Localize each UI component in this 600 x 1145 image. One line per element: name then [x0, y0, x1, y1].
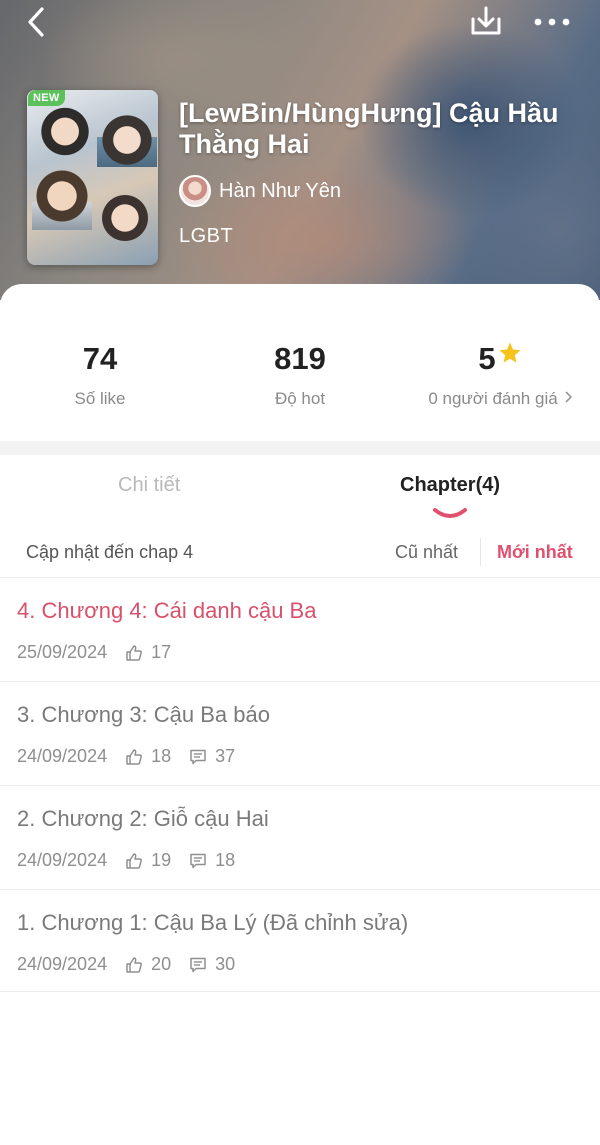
tab-detail[interactable]: Chi tiết — [118, 474, 180, 497]
comment-icon — [189, 852, 207, 870]
divider — [0, 991, 600, 992]
sort-newest-button[interactable]: Mới nhất — [497, 542, 573, 563]
star-icon — [499, 342, 521, 363]
chapter-like-count: 17 — [151, 642, 172, 662]
update-status: Cập nhật đến chap 4 — [26, 542, 194, 562]
likes-value: 74 — [82, 341, 118, 376]
chapter-date: 25/09/2024 — [17, 642, 108, 662]
author-avatar — [179, 175, 211, 207]
active-tab-indicator — [433, 508, 467, 518]
stat-likes: 74 Số like — [0, 339, 200, 409]
sort-oldest-button[interactable]: Cũ nhất — [395, 542, 458, 563]
chapter-item[interactable]: 4. Chương 4: Cái danh cậu Ba 25/09/2024 … — [0, 578, 600, 682]
thumb-up-icon — [125, 956, 143, 974]
stat-hot: 819 Độ hot — [200, 339, 400, 409]
chapter-like-count: 18 — [151, 746, 172, 766]
hot-label: Độ hot — [274, 389, 326, 408]
comment-icon — [189, 956, 207, 974]
chapter-comment-count: 30 — [215, 954, 236, 974]
chapter-title: 4. Chương 4: Cái danh cậu Ba — [17, 598, 317, 623]
chapter-date: 24/09/2024 — [17, 850, 108, 870]
likes-label: Số like — [74, 389, 126, 408]
more-dots-icon — [534, 18, 570, 26]
genre-tag[interactable]: LGBT — [179, 225, 233, 248]
chapter-like-count: 20 — [151, 954, 172, 974]
chapter-comment-count: 18 — [215, 850, 236, 870]
thumb-up-icon — [125, 644, 143, 662]
stat-rating[interactable]: 5 0 người đánh giá — [400, 339, 600, 409]
story-cover-image[interactable] — [27, 90, 158, 265]
author-name: Hàn Như Yên — [219, 179, 341, 202]
story-header-background: NEW [LewBin/HùngHưng] Cậu Hầu Thằng Hai … — [0, 0, 600, 300]
rating-count-label: 0 người đánh giá — [428, 389, 558, 408]
stats-row: 74 Số like 819 Độ hot 5 0 người đánh giá — [0, 339, 600, 419]
chapter-item[interactable]: 1. Chương 1: Cậu Ba Lý (Đã chỉnh sửa) 24… — [0, 890, 600, 994]
chapter-item[interactable]: 2. Chương 2: Giỗ cậu Hai 24/09/2024 19 1… — [0, 786, 600, 890]
section-divider — [0, 441, 600, 455]
rating-value: 5 — [478, 341, 496, 376]
more-options-button[interactable] — [530, 0, 574, 44]
comment-icon — [189, 748, 207, 766]
hot-value: 819 — [274, 341, 326, 376]
back-button[interactable] — [14, 0, 58, 44]
chapter-item[interactable]: 3. Chương 3: Cậu Ba báo 24/09/2024 18 37 — [0, 682, 600, 786]
chevron-right-icon — [565, 391, 572, 403]
story-content-panel: 74 Số like 819 Độ hot 5 0 người đánh giá… — [0, 284, 600, 1145]
thumb-up-icon — [125, 748, 143, 766]
chapter-title: 1. Chương 1: Cậu Ba Lý (Đã chỉnh sửa) — [17, 910, 409, 935]
chevron-left-icon — [28, 7, 44, 37]
tab-chapters[interactable]: Chapter(4) — [400, 474, 500, 497]
chapter-title: 3. Chương 3: Cậu Ba báo — [17, 702, 270, 727]
download-button[interactable] — [464, 0, 508, 44]
thumb-up-icon — [125, 852, 143, 870]
sort-separator — [480, 538, 481, 566]
chapter-date: 24/09/2024 — [17, 954, 108, 974]
sort-row: Cập nhật đến chap 4 Cũ nhất Mới nhất — [0, 538, 600, 578]
story-title: [LewBin/HùngHưng] Cậu Hầu Thằng Hai — [179, 98, 559, 159]
download-icon — [471, 6, 501, 35]
chapter-title: 2. Chương 2: Giỗ cậu Hai — [17, 806, 269, 831]
chapter-like-count: 19 — [151, 850, 172, 870]
new-badge: NEW — [28, 90, 65, 106]
chapter-comment-count: 37 — [215, 746, 236, 766]
chapter-date: 24/09/2024 — [17, 746, 108, 766]
author-link[interactable]: Hàn Như Yên — [179, 175, 341, 207]
